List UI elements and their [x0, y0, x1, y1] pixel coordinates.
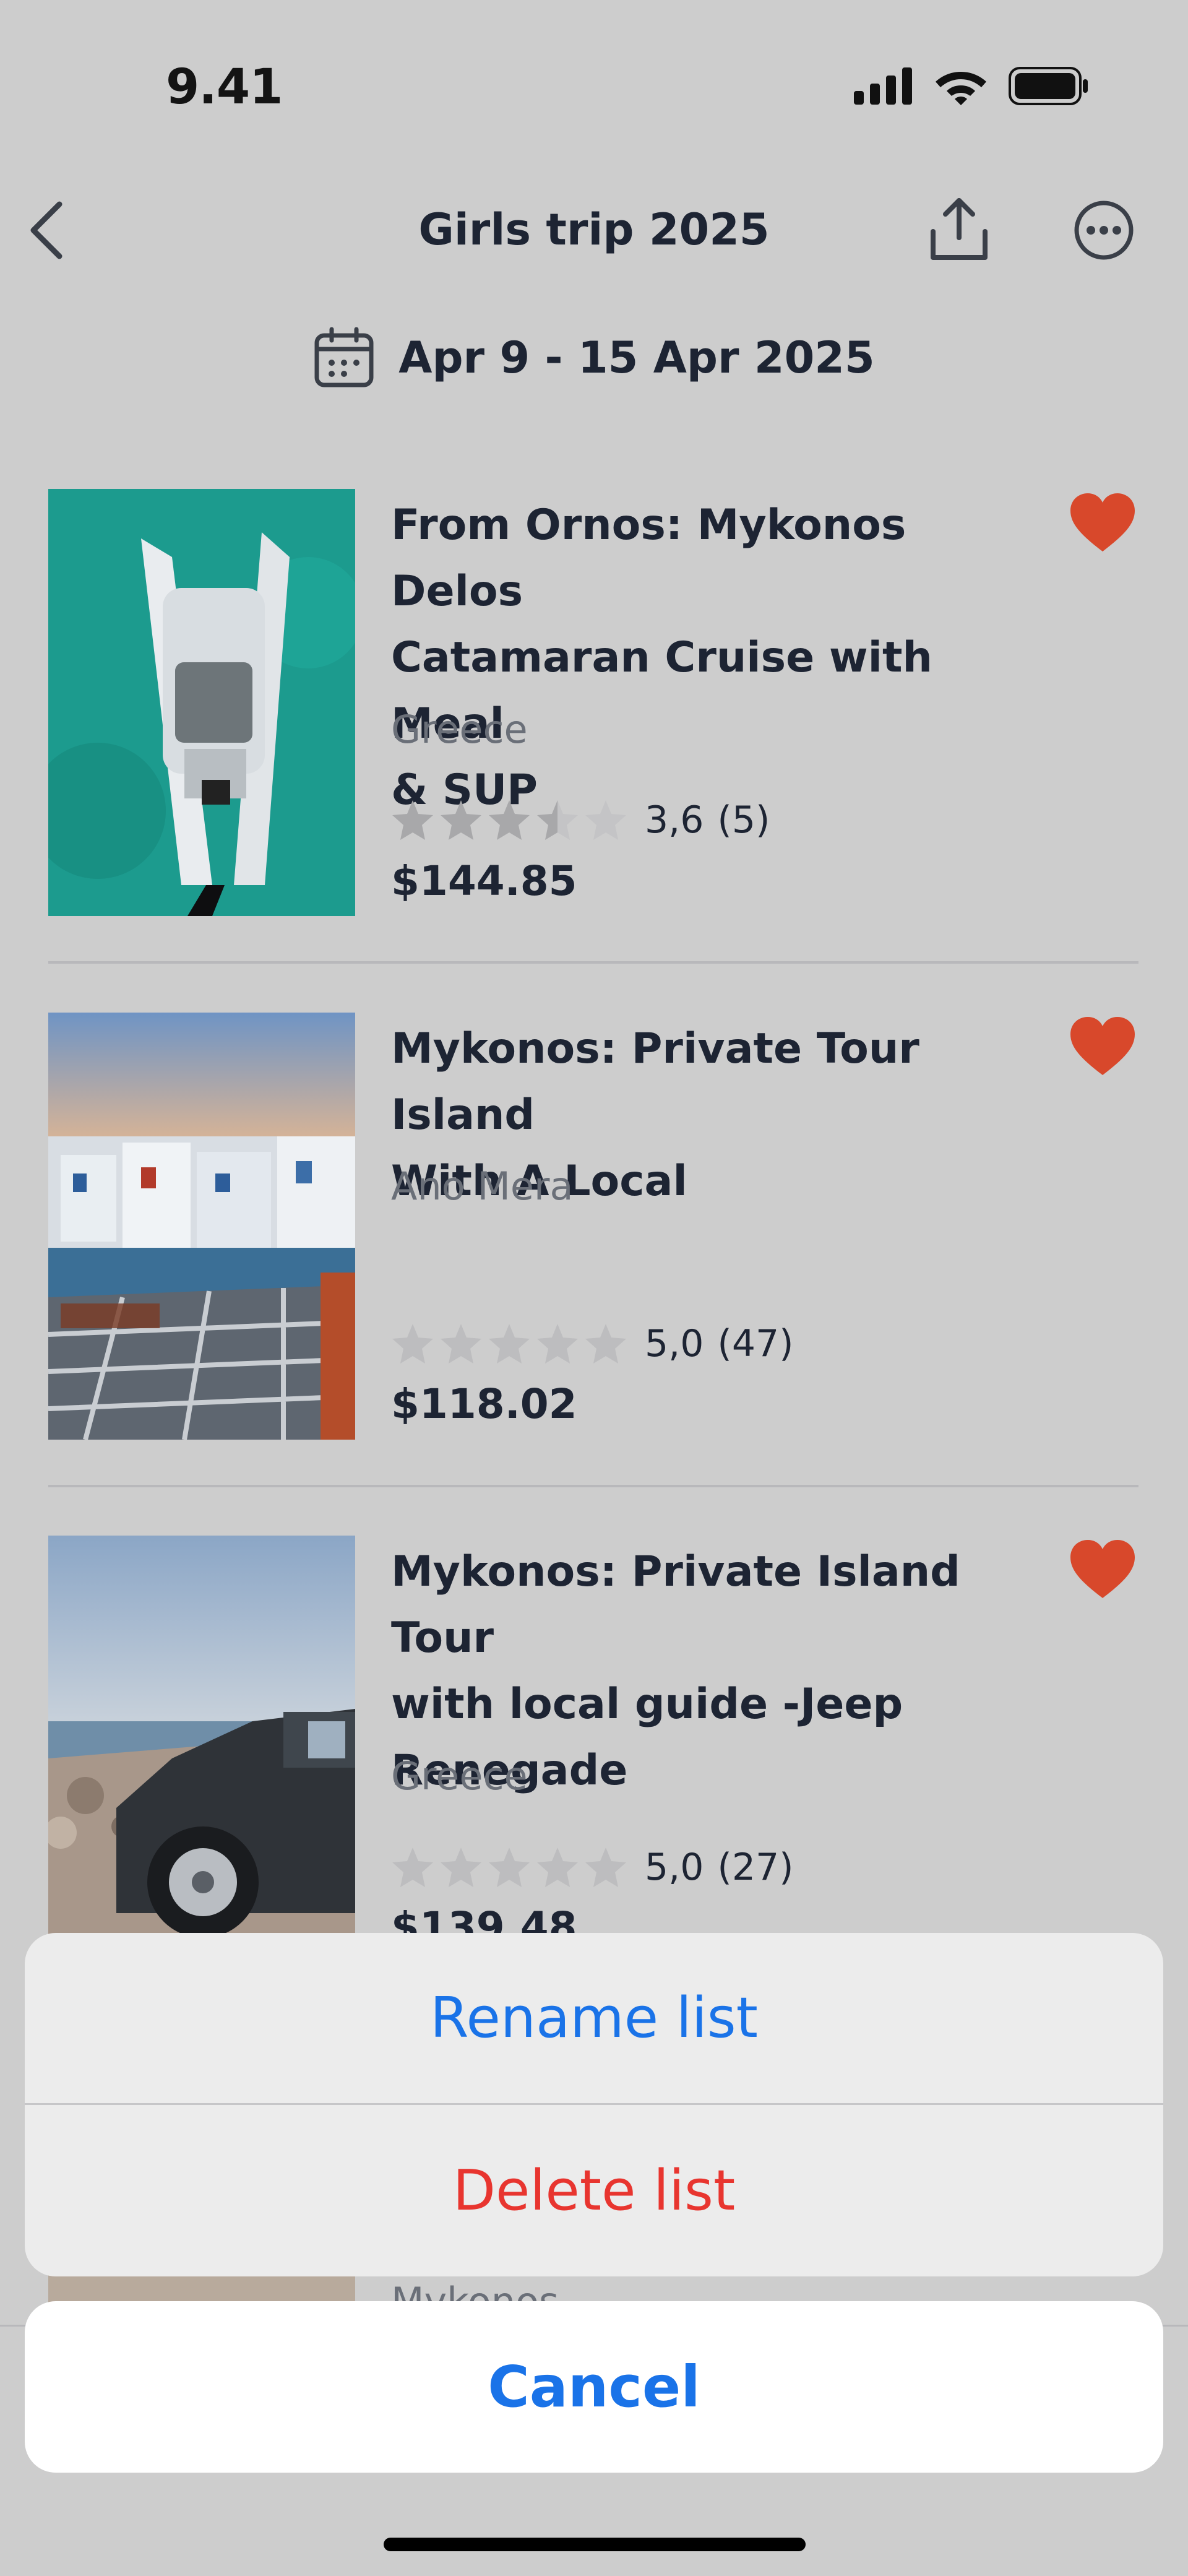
review-count: (5)	[717, 798, 770, 842]
star-rating	[391, 1323, 627, 1365]
star-icon	[392, 1324, 433, 1364]
rating-row: 3,6 (5)	[391, 798, 770, 842]
review-count: (27)	[717, 1846, 794, 1889]
star-icon	[537, 1848, 578, 1887]
star-rating	[391, 1846, 627, 1888]
favorite-heart-icon[interactable]	[1069, 1539, 1136, 1601]
divider	[48, 1485, 1138, 1487]
favorite-heart-icon[interactable]	[1069, 1016, 1136, 1078]
star-icon	[585, 1324, 626, 1364]
little-venice-photo	[48, 1013, 355, 1440]
star-half-icon	[537, 800, 578, 840]
favorite-heart-icon[interactable]	[1069, 492, 1136, 554]
rating-value: 5,0	[645, 1846, 704, 1889]
item-location: Mykonos	[391, 2278, 559, 2301]
delete-list-button[interactable]: Delete list	[25, 2105, 1163, 2276]
star-icon	[441, 800, 481, 840]
item-price: $144.85	[391, 857, 577, 905]
wifi-icon	[936, 72, 986, 105]
jeep-renegade-photo	[48, 1536, 355, 1963]
share-icon[interactable]	[928, 197, 990, 261]
calendar-icon	[314, 327, 374, 387]
divider	[48, 961, 1138, 964]
star-icon	[489, 1324, 530, 1364]
star-icon	[392, 1848, 433, 1887]
rating-value: 3,6	[645, 798, 704, 842]
rating-value: 5,0	[645, 1322, 704, 1365]
status-time: 9.41	[166, 59, 283, 115]
item-price: $118.02	[391, 1380, 577, 1428]
status-icons	[854, 67, 1089, 105]
cellular-signal-icon	[854, 67, 912, 105]
more-options-icon[interactable]	[1073, 199, 1135, 261]
trip-dates[interactable]: Apr 9 - 15 Apr 2025	[0, 327, 1188, 389]
item-location: Greece	[391, 707, 528, 752]
item-location: Greece	[391, 1753, 528, 1799]
date-range-label: Apr 9 - 15 Apr 2025	[398, 332, 875, 383]
action-sheet: Rename list Delete list	[25, 1933, 1163, 2276]
star-icon	[489, 800, 530, 840]
item-title[interactable]: From Ornos: Mykonos Delos Catamaran Crui…	[391, 492, 1022, 823]
star-rating	[391, 799, 627, 841]
page-title: Girls trip 2025	[418, 204, 770, 255]
star-icon	[585, 1848, 626, 1887]
battery-icon	[1009, 67, 1088, 105]
star-icon	[585, 800, 626, 840]
rating-row: 5,0 (47)	[391, 1322, 794, 1365]
star-icon	[441, 1324, 481, 1364]
star-icon	[537, 1324, 578, 1364]
rename-list-button[interactable]: Rename list	[25, 1933, 1163, 2103]
home-indicator	[384, 2538, 806, 2551]
cancel-button[interactable]: Cancel	[25, 2301, 1163, 2473]
star-icon	[441, 1848, 481, 1887]
review-count: (47)	[717, 1322, 794, 1365]
star-icon	[489, 1848, 530, 1887]
item-location: Ano Mera	[391, 1164, 574, 1209]
star-icon	[392, 800, 433, 840]
catamaran-photo	[48, 489, 355, 916]
rating-row: 5,0 (27)	[391, 1846, 794, 1889]
